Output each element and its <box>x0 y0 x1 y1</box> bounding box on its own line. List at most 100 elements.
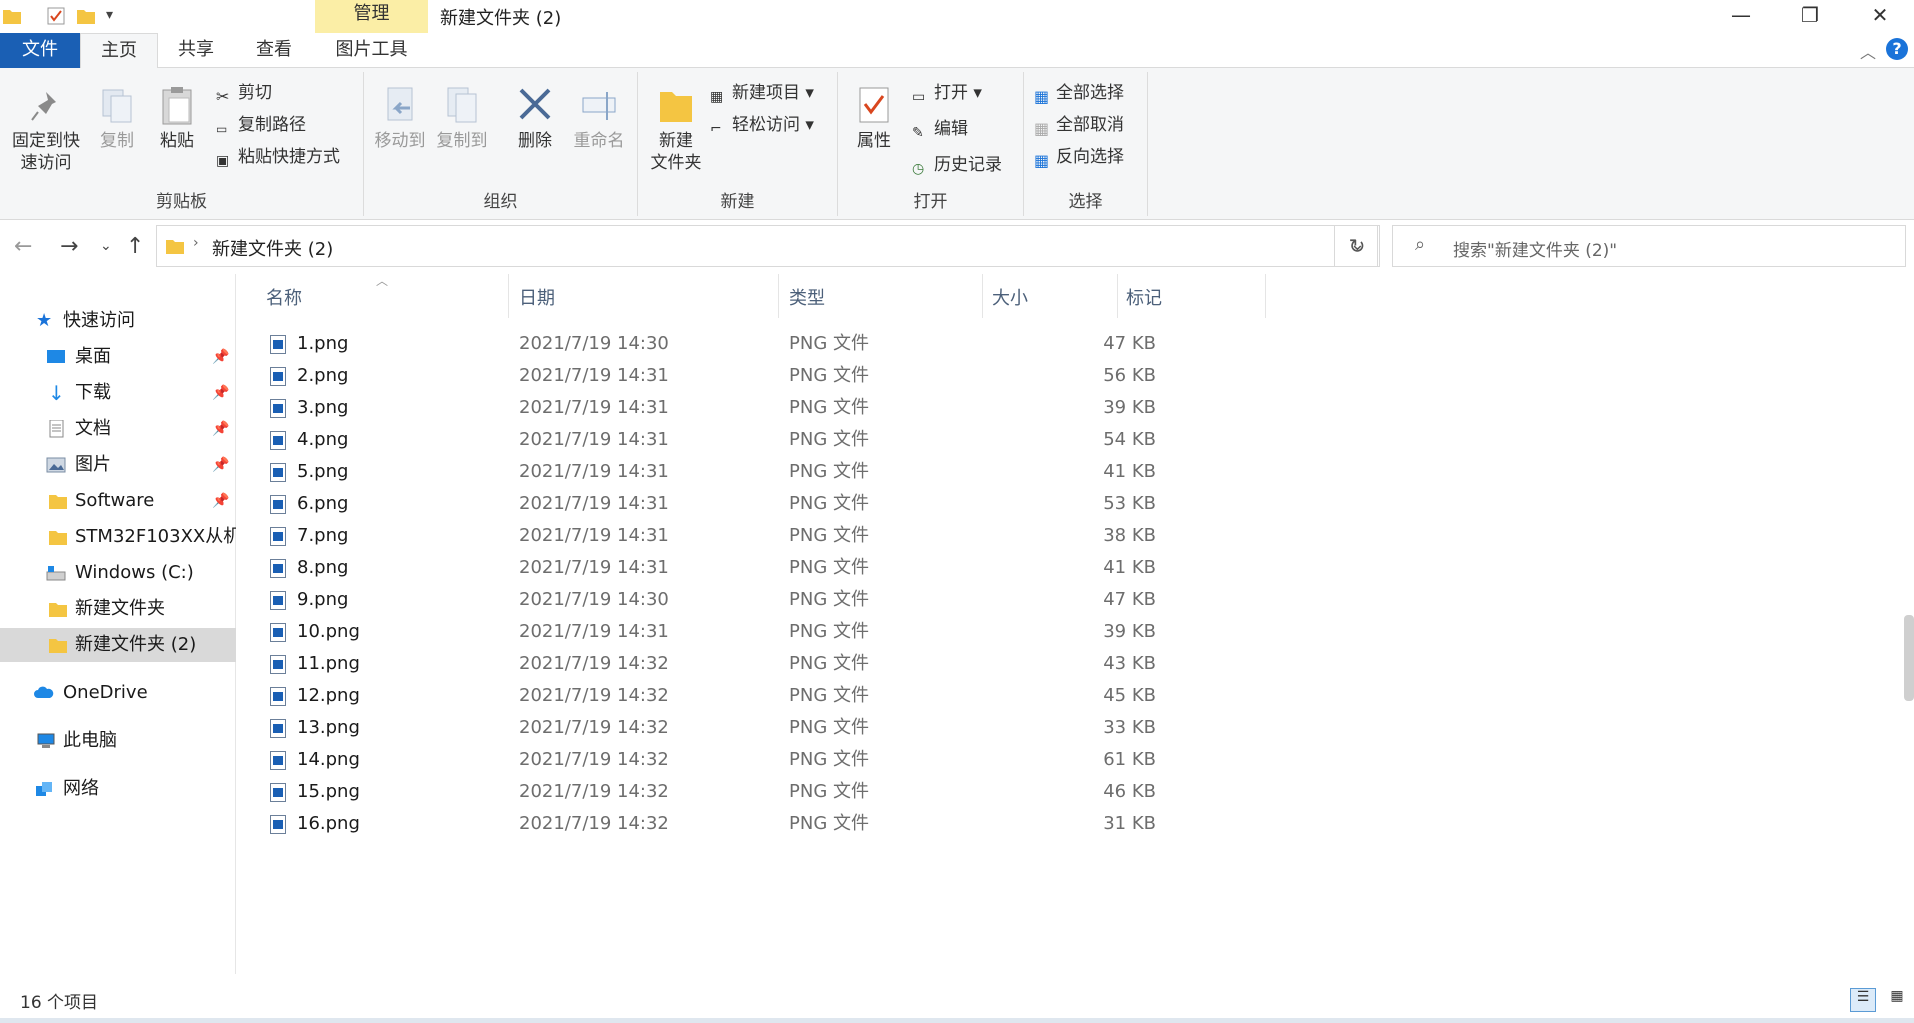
pin-icon[interactable]: 📌 <box>212 340 229 374</box>
select-none-icon: ▦ <box>1034 119 1050 138</box>
column-header-size[interactable]: 大小 <box>992 284 1028 310</box>
nav-onedrive[interactable]: OneDrive <box>0 676 236 710</box>
breadcrumb-current[interactable]: 新建文件夹 (2) <box>212 235 333 261</box>
vertical-scrollbar[interactable] <box>1904 615 1914 701</box>
nav-item-documents[interactable]: 文档 📌 <box>0 412 236 446</box>
table-row[interactable]: 7.png 2021/7/19 14:31 PNG 文件 38 KB <box>250 520 1350 552</box>
large-icons-view-icon[interactable]: ▦ <box>1884 988 1910 1012</box>
help-icon[interactable]: ? <box>1886 38 1908 60</box>
new-folder-button[interactable]: 新建 文件夹 <box>648 84 704 174</box>
column-header-name[interactable]: 名称 <box>266 284 302 310</box>
copy-to-button[interactable]: 复制到 <box>434 84 490 152</box>
select-all-button[interactable]: ▦ 全部选择 <box>1034 80 1124 106</box>
tab-share[interactable]: 共享 <box>158 33 234 68</box>
table-row[interactable]: 10.png 2021/7/19 14:31 PNG 文件 39 KB <box>250 616 1350 648</box>
cut-button[interactable]: ✂ 剪切 <box>216 80 272 106</box>
open-button[interactable]: ▭ 打开 ▾ <box>912 80 982 106</box>
nav-item-desktop[interactable]: 桌面 📌 <box>0 340 236 374</box>
close-button[interactable]: ✕ <box>1846 0 1914 30</box>
pin-icon[interactable]: 📌 <box>212 484 229 518</box>
properties-check-icon[interactable] <box>46 6 66 26</box>
column-divider[interactable] <box>1117 274 1118 318</box>
forward-arrow-icon[interactable]: → <box>60 234 78 259</box>
column-divider[interactable] <box>1265 274 1266 318</box>
pin-quick-access-button[interactable]: 固定到快 速访问 <box>6 84 86 174</box>
move-to-button[interactable]: 移动到 <box>372 84 428 152</box>
nav-item-software[interactable]: Software 📌 <box>0 484 236 518</box>
table-row[interactable]: 16.png 2021/7/19 14:32 PNG 文件 31 KB <box>250 808 1350 840</box>
column-divider[interactable] <box>778 274 779 318</box>
table-row[interactable]: 14.png 2021/7/19 14:32 PNG 文件 61 KB <box>250 744 1350 776</box>
restore-button[interactable]: ❐ <box>1776 0 1844 30</box>
table-row[interactable]: 4.png 2021/7/19 14:31 PNG 文件 54 KB <box>250 424 1350 456</box>
nav-item-stm32[interactable]: STM32F103XX从机 <box>0 520 236 554</box>
paste-shortcut-button[interactable]: ▣ 粘贴快捷方式 <box>216 144 340 170</box>
table-row[interactable]: 15.png 2021/7/19 14:32 PNG 文件 46 KB <box>250 776 1350 808</box>
easy-access-button[interactable]: ⌐ 轻松访问 ▾ <box>710 112 814 138</box>
table-row[interactable]: 6.png 2021/7/19 14:31 PNG 文件 53 KB <box>250 488 1350 520</box>
table-row[interactable]: 13.png 2021/7/19 14:32 PNG 文件 33 KB <box>250 712 1350 744</box>
edit-button[interactable]: ✎ 编辑 <box>912 116 968 142</box>
tab-picture-tools[interactable]: 图片工具 <box>315 33 428 68</box>
tab-file[interactable]: 文件 <box>0 33 80 68</box>
folder-icon[interactable] <box>2 6 22 26</box>
nav-item-pictures[interactable]: 图片 📌 <box>0 448 236 482</box>
column-header-type[interactable]: 类型 <box>789 284 825 310</box>
file-type: PNG 文件 <box>789 781 869 802</box>
properties-button[interactable]: 属性 <box>850 84 898 152</box>
pin-icon[interactable]: 📌 <box>212 448 229 482</box>
search-box[interactable]: ⌕ 搜索"新建文件夹 (2)" <box>1392 225 1906 267</box>
png-file-icon <box>270 591 286 610</box>
paste-button[interactable]: 粘贴 <box>154 84 200 152</box>
copy-path-button[interactable]: ▭ 复制路径 <box>216 112 306 138</box>
table-row[interactable]: 12.png 2021/7/19 14:32 PNG 文件 45 KB <box>250 680 1350 712</box>
delete-button[interactable]: 删除 <box>512 84 558 152</box>
pin-icon[interactable]: 📌 <box>212 376 229 410</box>
png-file-icon <box>270 367 286 386</box>
table-row[interactable]: 9.png 2021/7/19 14:30 PNG 文件 47 KB <box>250 584 1350 616</box>
move-to-label: 移动到 <box>374 131 426 151</box>
nav-network[interactable]: 网络 <box>0 772 236 806</box>
manage-context-tab[interactable]: 管理 <box>315 0 428 33</box>
new-folder-quick-icon[interactable] <box>76 6 96 26</box>
collapse-ribbon-icon[interactable]: ︿ <box>1860 39 1876 63</box>
table-row[interactable]: 1.png 2021/7/19 14:30 PNG 文件 47 KB <box>250 328 1350 360</box>
customize-qat-icon[interactable]: ▾ <box>106 7 126 27</box>
table-row[interactable]: 11.png 2021/7/19 14:32 PNG 文件 43 KB <box>250 648 1350 680</box>
nav-item-windows-c[interactable]: Windows (C:) <box>0 556 236 590</box>
table-row[interactable]: 5.png 2021/7/19 14:31 PNG 文件 41 KB <box>250 456 1350 488</box>
tab-home[interactable]: 主页 <box>80 33 158 69</box>
column-header-tags[interactable]: 标记 <box>1126 284 1162 310</box>
address-bar[interactable]: › 新建文件夹 (2) ⌄ <box>156 225 1378 267</box>
paste-label: 粘贴 <box>160 131 194 151</box>
table-row[interactable]: 8.png 2021/7/19 14:31 PNG 文件 41 KB <box>250 552 1350 584</box>
new-item-label: 新建项目 <box>732 83 800 103</box>
back-arrow-icon[interactable]: ← <box>14 234 32 259</box>
refresh-button[interactable]: ↻ <box>1334 225 1380 267</box>
nav-item-new-folder[interactable]: 新建文件夹 <box>0 592 236 626</box>
column-header-date[interactable]: 日期 <box>519 284 555 310</box>
png-file-icon <box>270 623 286 642</box>
column-divider[interactable] <box>982 274 983 318</box>
select-none-button[interactable]: ▦ 全部取消 <box>1034 112 1124 138</box>
file-size: 33 KB <box>1103 717 1156 738</box>
nav-quick-access[interactable]: ★ 快速访问 <box>0 304 236 338</box>
up-arrow-icon[interactable]: ↑ <box>126 234 144 259</box>
table-row[interactable]: 3.png 2021/7/19 14:31 PNG 文件 39 KB <box>250 392 1350 424</box>
breadcrumb-chevron-icon[interactable]: › <box>193 235 199 251</box>
nav-this-pc[interactable]: 此电脑 <box>0 724 236 758</box>
details-view-icon[interactable]: ☰ <box>1850 988 1876 1012</box>
history-button[interactable]: ◷ 历史记录 <box>912 152 1002 178</box>
rename-button[interactable]: 重命名 <box>568 84 630 152</box>
new-item-button[interactable]: ▦ 新建项目 ▾ <box>710 80 814 106</box>
column-divider[interactable] <box>508 274 509 318</box>
recent-locations-icon[interactable]: ⌄ <box>100 238 112 254</box>
table-row[interactable]: 2.png 2021/7/19 14:31 PNG 文件 56 KB <box>250 360 1350 392</box>
minimize-button[interactable]: — <box>1707 0 1775 30</box>
nav-item-new-folder-2[interactable]: 新建文件夹 (2) <box>0 628 236 662</box>
tab-view[interactable]: 查看 <box>234 33 314 68</box>
nav-item-downloads[interactable]: ↓ 下载 📌 <box>0 376 236 410</box>
copy-button[interactable]: 复制 <box>94 84 140 152</box>
invert-selection-button[interactable]: ▦ 反向选择 <box>1034 144 1124 170</box>
pin-icon[interactable]: 📌 <box>212 412 229 446</box>
